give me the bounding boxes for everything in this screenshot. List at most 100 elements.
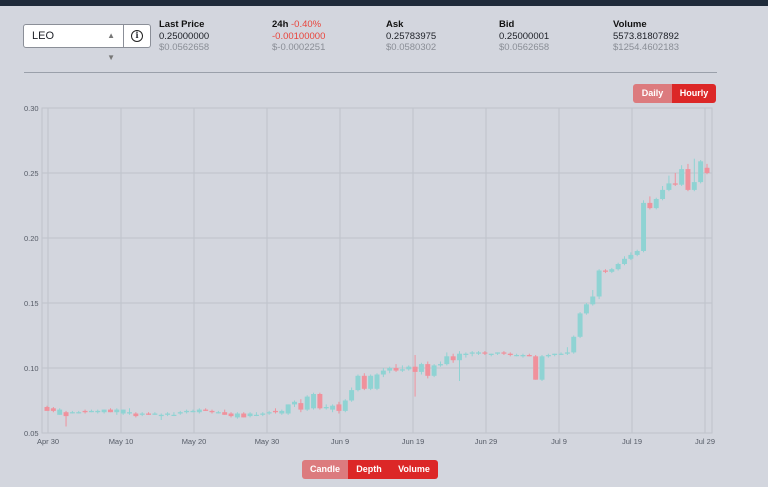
candle-body [469, 352, 475, 354]
candle-body [425, 364, 431, 376]
depth-button[interactable]: Depth [348, 460, 390, 479]
candle-body [539, 356, 545, 380]
stat-usd: $0.0580302 [386, 42, 437, 53]
candle-button[interactable]: Candle [302, 460, 348, 479]
candle-body [234, 413, 240, 418]
candle-body [241, 413, 247, 418]
x-tick-label: Jun 9 [331, 437, 349, 446]
candle-body [342, 400, 348, 411]
candle-body [577, 313, 583, 337]
candle-body [564, 352, 570, 354]
stat-label: Volume [613, 19, 647, 30]
y-tick-label: 0.30 [24, 104, 39, 113]
candle-body [133, 413, 139, 417]
candlestick-chart: 0.300.250.200.150.100.05Apr 30 May 10 May … [24, 104, 715, 446]
candle-body [228, 413, 234, 417]
candle-body [444, 356, 450, 365]
candle-body [691, 182, 697, 190]
stat-value: 0.25783975 [386, 30, 437, 42]
candle-body [495, 352, 501, 354]
x-tick-label: Jul 29 [695, 437, 715, 446]
stat-ask: Ask 0.25783975 $0.0580302 [386, 19, 436, 54]
candle-body [488, 353, 494, 355]
candle-body [272, 410, 278, 413]
candle-body [63, 412, 69, 417]
stat-24h: 24h -0.40% -0.00100000 $-0.0002251 [272, 19, 325, 54]
candle-body [374, 374, 380, 389]
stat-usd: $0.0562658 [499, 42, 550, 53]
candle-body [418, 364, 424, 372]
header-divider [24, 72, 717, 73]
top-bar [0, 0, 768, 6]
candle-body [203, 409, 209, 411]
candle-body [679, 169, 685, 185]
candle-body [107, 409, 113, 413]
candle-body [292, 401, 297, 405]
candle-body [298, 403, 304, 410]
candle-body [260, 413, 266, 415]
candle-body [222, 412, 228, 415]
candle-body [520, 355, 526, 357]
y-tick-label: 0.20 [24, 234, 39, 243]
candle-body [526, 355, 532, 357]
stat-volume: Volume 5573.81807892 $1254.4602183 [613, 19, 679, 54]
x-tick-label: May 30 [255, 437, 280, 446]
candle-body [431, 365, 437, 376]
candle-body [615, 264, 621, 270]
y-tick-label: 0.25 [24, 169, 39, 178]
stat-value: -0.00100000 [272, 30, 326, 42]
x-tick-label: Jul 9 [551, 437, 567, 446]
candle-body [139, 413, 145, 415]
candle-body [158, 414, 164, 417]
info-button[interactable]: i [124, 24, 151, 48]
candle-body [698, 161, 704, 183]
candle-body [215, 412, 221, 414]
candle-body [76, 412, 82, 414]
stat-last-price: Last Price 0.25000000 $0.0562658 [159, 19, 209, 54]
candle-body [634, 251, 640, 255]
candle-body [450, 356, 456, 361]
candle-body [317, 394, 323, 409]
candle-body [380, 370, 386, 375]
candle-body [609, 269, 615, 272]
candle-body [266, 412, 272, 414]
stat-value: 0.25000000 [159, 30, 210, 42]
candle-body [514, 355, 520, 357]
candle-body [177, 412, 183, 414]
candle-body [279, 410, 285, 414]
candle-body [349, 390, 355, 401]
candle-body [152, 413, 158, 415]
candle-body [304, 396, 310, 410]
candle-body [196, 409, 202, 413]
candle-body [171, 414, 177, 416]
candle-body [583, 304, 589, 314]
stat-usd: $-0.0002251 [272, 42, 326, 53]
stat-label: 24h [272, 19, 289, 30]
market-select[interactable]: LEO ▲ ▼ [23, 24, 124, 62]
candle-body [412, 366, 418, 372]
candle-body [590, 296, 596, 305]
candle-body [114, 409, 120, 413]
stat-value: 5573.81807892 [613, 30, 680, 42]
candle-body [653, 199, 659, 209]
stat-usd: $0.0562658 [159, 42, 210, 53]
candle-body [387, 368, 393, 371]
candle-body [463, 353, 469, 355]
chart-mode-toggle: Candle Depth Volume [302, 460, 438, 479]
candle-body [647, 202, 653, 209]
market-select-value: LEO [32, 30, 55, 42]
candle-body [57, 409, 63, 415]
candle-body [533, 356, 539, 380]
candle-body [88, 410, 94, 413]
info-circle-icon: i [131, 30, 143, 42]
candle-body [558, 353, 564, 355]
volume-button[interactable]: Volume [390, 460, 438, 479]
stat-bid: Bid 0.25000001 $0.0562658 [499, 19, 549, 54]
candle-body [482, 352, 488, 354]
stat-label: Bid [499, 19, 515, 30]
candle-body [685, 169, 691, 190]
candle-body [393, 368, 399, 371]
candle-body [602, 270, 608, 272]
candle-body [44, 407, 50, 411]
candle-body [596, 270, 602, 297]
